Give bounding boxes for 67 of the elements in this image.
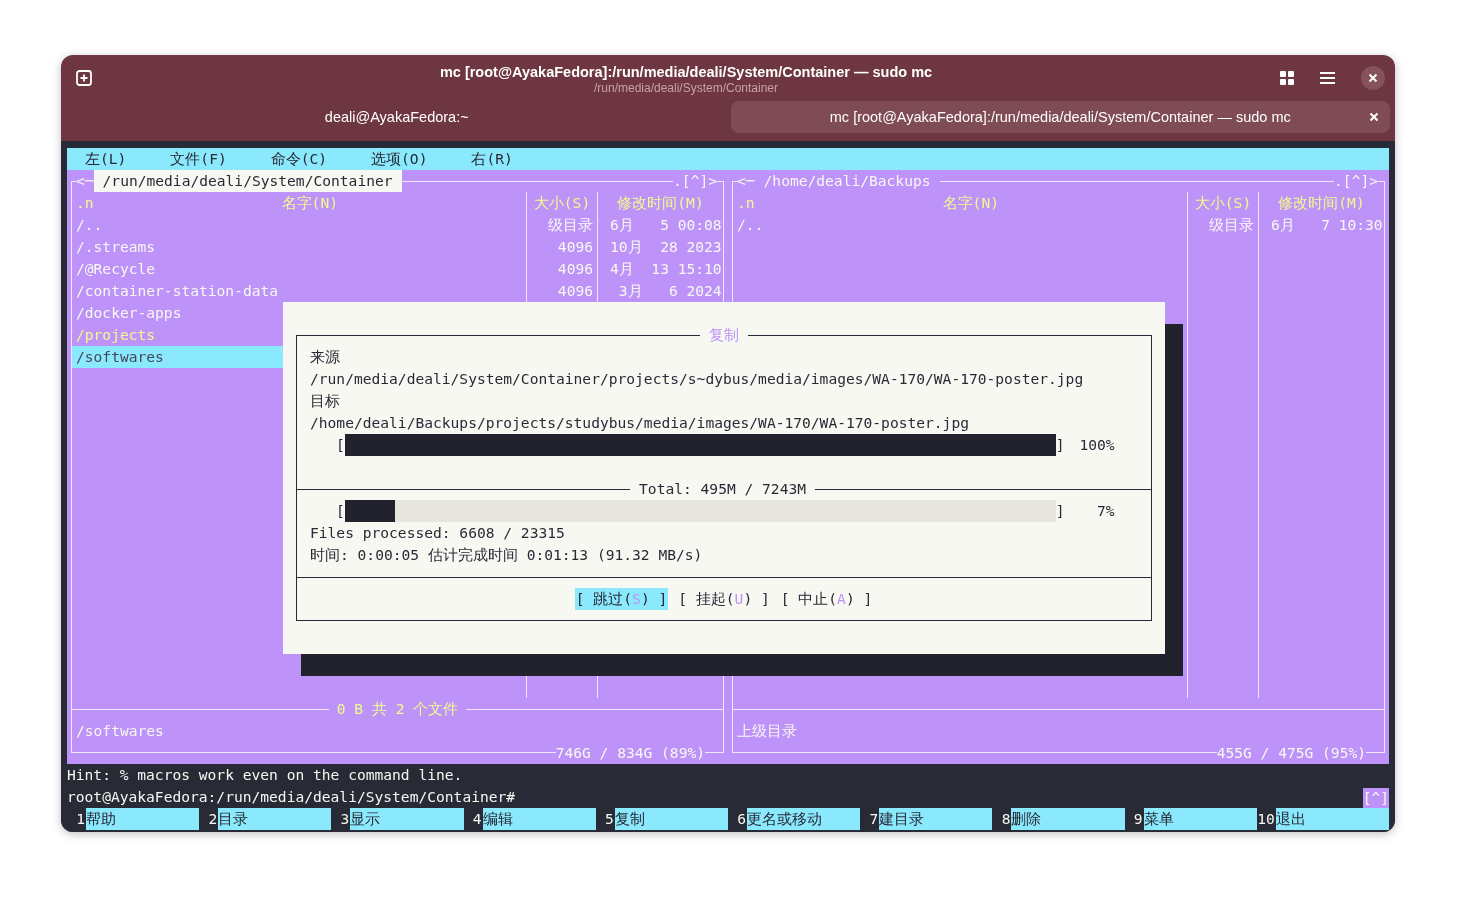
- target-path: /home/deali/Backups/projects/studybus/media/images/WA-170/WA-170-poster.jpg: [310, 413, 970, 433]
- function-key-button[interactable]: 建目录: [879, 808, 993, 830]
- key-number: 2: [207, 809, 219, 829]
- bracket: ]: [1055, 501, 1065, 521]
- total-size: Total: 495M / 7243M: [638, 479, 807, 499]
- file-date: 6月 5 00:08: [609, 215, 723, 235]
- mini-status: 上级目录: [736, 721, 798, 741]
- function-key-button[interactable]: 帮助: [86, 808, 200, 830]
- bracket: [: [336, 435, 345, 455]
- menu-item[interactable]: 左(L): [85, 148, 127, 170]
- menu-item[interactable]: 命令(C): [270, 148, 328, 170]
- dialog-button[interactable]: [ 挂起(U) ]: [677, 588, 771, 610]
- function-key-button[interactable]: 显示: [350, 808, 464, 830]
- function-key-button[interactable]: 编辑: [482, 808, 596, 830]
- window-subtitle: /run/media/deali/System/Container: [593, 80, 779, 96]
- key-number: 7: [868, 809, 879, 829]
- hint-text: Hint: % macros work even on the command line.: [67, 765, 464, 785]
- function-key-button[interactable]: 复制: [614, 808, 728, 830]
- command-prompt: root@AyakaFedora:/run/media/deali/System/Container#: [67, 787, 516, 807]
- overview-icon[interactable]: [1280, 71, 1294, 85]
- file-size: 4096: [556, 237, 594, 257]
- source-path: /run/media/deali/System/Container/projects/s~dybus/media/images/WA-170/WA-170-poster.jpg: [310, 369, 1085, 389]
- function-key-button[interactable]: 退出: [1275, 808, 1390, 830]
- key-number: 9: [1132, 809, 1144, 829]
- new-tab-icon[interactable]: [76, 70, 92, 86]
- file-date: 4月 13 15:10: [609, 259, 723, 279]
- progress-percent: 100%: [1078, 435, 1115, 455]
- close-icon[interactable]: [1369, 112, 1379, 122]
- key-number: 8: [1000, 809, 1011, 829]
- bracket: ]: [1055, 435, 1065, 455]
- menu-item[interactable]: 文件(F): [170, 148, 227, 170]
- tab[interactable]: deali@AyakaFedora:~: [67, 101, 727, 133]
- key-number: 4: [471, 809, 483, 829]
- file-date: 6月 7 10:30: [1270, 215, 1384, 235]
- source-label: 来源: [310, 347, 341, 367]
- window-title: mc [root@AyakaFedora]:/run/media/deali/System/Container — sudo mc: [439, 62, 933, 81]
- file-size: 级目录: [1208, 215, 1255, 235]
- key-number: 1: [75, 809, 86, 829]
- panel-path: /run/media/deali/System/Container: [93, 170, 402, 192]
- file-date: 3月 6 2024: [617, 281, 723, 301]
- menu-icon[interactable]: [1320, 72, 1335, 84]
- dialog-title: 复制: [708, 325, 740, 345]
- file-size: 4096: [556, 259, 594, 279]
- menu-item[interactable]: 选项(O): [371, 148, 428, 170]
- file-date: 10月 28 2023: [609, 237, 723, 257]
- close-button[interactable]: [1361, 66, 1385, 90]
- tab[interactable]: mc [root@AyakaFedora]:/run/media/deali/System/Container — sudo mc: [730, 101, 1390, 133]
- function-key-button[interactable]: 删除: [1011, 808, 1125, 830]
- bracket: [: [336, 501, 345, 521]
- time-estimate: 时间: 0:00:05 估计完成时间 0:01:13 (91.32 MB/s): [310, 545, 704, 565]
- key-number: 3: [339, 809, 350, 829]
- dialog-button[interactable]: [ 跳过(S) ]: [574, 588, 669, 610]
- key-number: 5: [604, 809, 615, 829]
- progress-percent: 7%: [1096, 501, 1115, 521]
- file-size: 级目录: [547, 215, 594, 235]
- menu-item[interactable]: 右(R): [471, 148, 513, 170]
- file-size: 4096: [556, 281, 594, 301]
- function-key-button[interactable]: 更名或移动: [747, 808, 861, 830]
- mini-status: /softwares: [75, 721, 165, 741]
- key-number: 6: [736, 809, 747, 829]
- close-icon: [1368, 73, 1378, 83]
- key-number: 10: [1256, 809, 1276, 829]
- target-label: 目标: [310, 391, 341, 411]
- dialog-button[interactable]: [ 中止(A) ]: [779, 588, 874, 610]
- function-key-button[interactable]: 菜单: [1143, 808, 1257, 830]
- files-processed: Files processed: 6608 / 23315: [310, 523, 566, 543]
- function-key-button[interactable]: 目录: [218, 808, 332, 830]
